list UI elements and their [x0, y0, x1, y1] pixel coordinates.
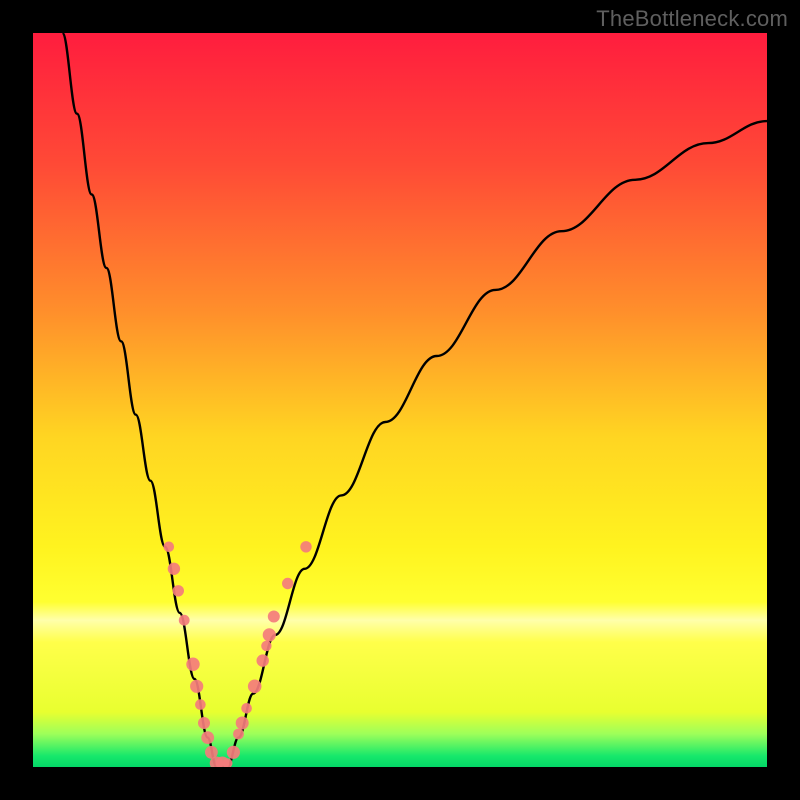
marker-dot — [282, 578, 293, 589]
marker-dot — [168, 563, 180, 575]
marker-dot — [263, 628, 276, 641]
marker-dot — [190, 680, 203, 693]
marker-dot — [195, 699, 206, 710]
plot-area — [33, 33, 767, 767]
marker-dot — [179, 615, 190, 626]
marker-dot — [268, 611, 280, 623]
chart-frame: TheBottleneck.com — [0, 0, 800, 800]
bottleneck-curve — [62, 33, 767, 767]
marker-dot — [248, 680, 262, 694]
watermark-text: TheBottleneck.com — [596, 6, 788, 32]
marker-dot — [198, 717, 210, 729]
marker-dot — [261, 641, 271, 651]
scatter-markers — [164, 541, 312, 767]
marker-dot — [164, 542, 175, 553]
marker-dot — [227, 746, 240, 759]
marker-dot — [241, 703, 252, 714]
marker-dot — [257, 654, 269, 666]
marker-dot — [186, 658, 199, 671]
marker-dot — [300, 541, 311, 552]
marker-dot — [173, 585, 184, 596]
curve-layer — [33, 33, 767, 767]
marker-dot — [233, 729, 244, 740]
marker-dot — [236, 717, 249, 730]
marker-dot — [201, 731, 214, 744]
